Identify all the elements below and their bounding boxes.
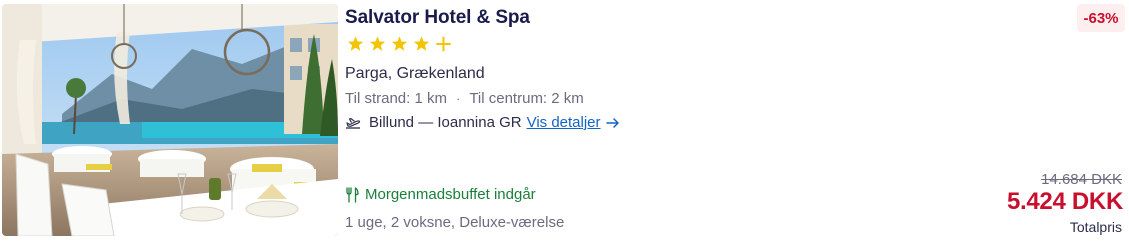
hotel-location: Parga, Grækenland bbox=[345, 65, 485, 82]
discount-badge: -63% bbox=[1077, 4, 1125, 32]
star-icon bbox=[369, 36, 386, 51]
half-star-icon bbox=[436, 36, 451, 52]
separator-dot: · bbox=[455, 91, 461, 106]
distances: Til strand: 1 km · Til centrum: 2 km bbox=[345, 90, 584, 107]
breakfast-included: Morgenmadsbuffet indgår bbox=[345, 186, 536, 203]
hotel-photo[interactable] bbox=[2, 4, 338, 236]
arrow-right-icon[interactable] bbox=[605, 116, 620, 130]
current-price: 5.424 DKK bbox=[1006, 188, 1123, 215]
breakfast-label: Morgenmadsbuffet indgår bbox=[365, 186, 536, 203]
hotel-result-card[interactable]: Salvator Hotel & Spa Parga, Grækenland T… bbox=[0, 0, 1129, 243]
total-price-label: Totalpris bbox=[1069, 219, 1122, 235]
distance-beach: Til strand: 1 km bbox=[345, 90, 447, 107]
details-link[interactable]: Vis detaljer bbox=[527, 114, 601, 131]
plane-icon bbox=[346, 117, 361, 129]
old-price: 14.684 DKK bbox=[1041, 171, 1122, 188]
star-icon bbox=[391, 36, 408, 51]
package-details: 1 uge, 2 voksne, Deluxe-værelse bbox=[345, 214, 565, 231]
hotel-info: Salvator Hotel & Spa Parga, Grækenland T… bbox=[345, 0, 985, 243]
star-icon bbox=[413, 36, 430, 51]
hotel-photo-image bbox=[2, 4, 338, 236]
star-icon bbox=[347, 36, 364, 51]
flight-route: Billund — Ioannina GR bbox=[369, 114, 522, 131]
hotel-name[interactable]: Salvator Hotel & Spa bbox=[345, 7, 530, 29]
cutlery-icon bbox=[346, 186, 359, 203]
distance-center: Til centrum: 2 km bbox=[469, 90, 584, 107]
flight-info: Billund — Ioannina GR Vis detaljer bbox=[345, 114, 620, 131]
star-rating bbox=[346, 35, 453, 53]
